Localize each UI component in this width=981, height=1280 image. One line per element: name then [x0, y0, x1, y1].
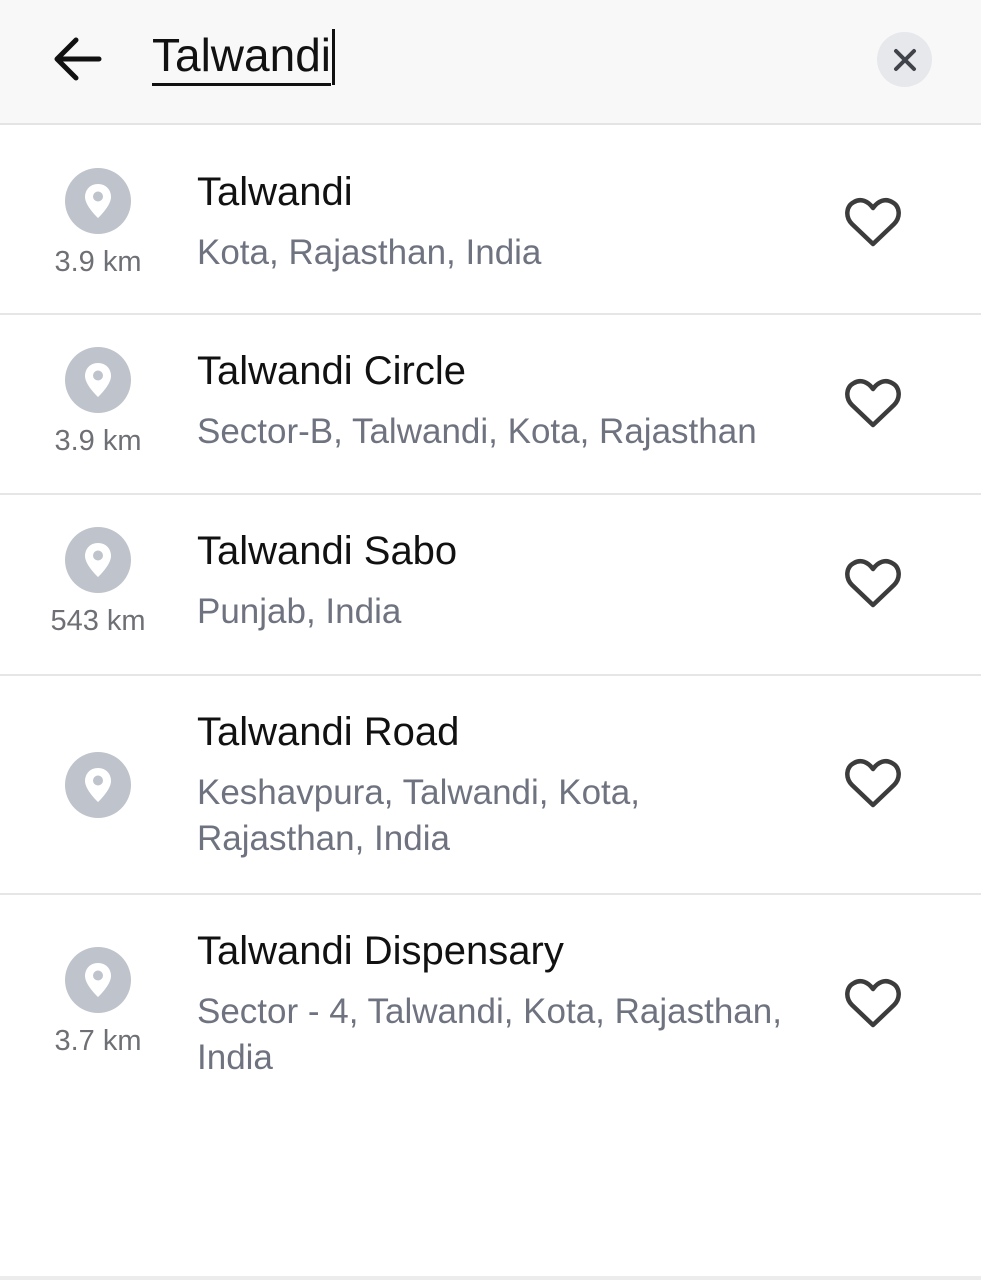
result-distance: 3.9 km: [54, 246, 142, 278]
result-item[interactable]: 3.7 km Talwandi Dispensary Sector - 4, T…: [0, 895, 981, 1095]
location-pin-icon: [65, 947, 131, 1013]
result-title: Talwandi Road: [197, 710, 460, 754]
favorite-button[interactable]: [842, 375, 904, 433]
location-pin-icon: [65, 347, 131, 413]
favorite-button[interactable]: [842, 975, 904, 1033]
result-subtitle: Punjab, India: [197, 592, 402, 631]
result-distance: 3.9 km: [54, 425, 142, 457]
bottom-divider: [0, 1276, 981, 1280]
result-item[interactable]: 3.9 km Talwandi Circle Sector-B, Talwand…: [0, 315, 981, 495]
result-subtitle: Sector - 4, Talwandi, Kota, Rajasthan, I…: [197, 992, 782, 1077]
location-pin-icon: [65, 168, 131, 234]
text-cursor: [332, 29, 335, 85]
heart-outline-icon: [845, 979, 901, 1028]
result-item[interactable]: 543 km Talwandi Sabo Punjab, India: [0, 495, 981, 676]
heart-outline-icon: [845, 559, 901, 608]
result-title: Talwandi Sabo: [197, 529, 458, 573]
location-pin-icon: [65, 752, 131, 818]
clear-search-button[interactable]: [877, 32, 932, 87]
result-title: Talwandi Dispensary: [197, 929, 564, 973]
result-item[interactable]: 3.9 km Talwandi Kota, Rajasthan, India: [0, 126, 981, 315]
favorite-button[interactable]: [842, 194, 904, 252]
result-distance: 3.7 km: [54, 1025, 142, 1057]
back-button[interactable]: [46, 28, 108, 90]
result-title: Talwandi: [197, 170, 353, 214]
result-subtitle: Sector-B, Talwandi, Kota, Rajasthan: [197, 412, 757, 451]
result-item[interactable]: Talwandi Road Keshavpura, Talwandi, Kota…: [0, 676, 981, 895]
search-header: Talwandi: [0, 0, 981, 125]
search-input[interactable]: Talwandi: [152, 28, 812, 86]
heart-outline-icon: [845, 759, 901, 808]
arrow-left-icon: [54, 37, 102, 81]
result-subtitle: Kota, Rajasthan, India: [197, 233, 542, 272]
heart-outline-icon: [845, 198, 901, 247]
result-subtitle: Keshavpura, Talwandi, Kota, Rajasthan, I…: [197, 773, 640, 858]
result-title: Talwandi Circle: [197, 349, 466, 393]
search-input-value[interactable]: Talwandi: [152, 29, 331, 86]
close-icon: [893, 48, 916, 71]
heart-outline-icon: [845, 379, 901, 428]
result-distance: 543 km: [50, 605, 146, 637]
favorite-button[interactable]: [842, 555, 904, 613]
location-pin-icon: [65, 527, 131, 593]
favorite-button[interactable]: [842, 755, 904, 813]
